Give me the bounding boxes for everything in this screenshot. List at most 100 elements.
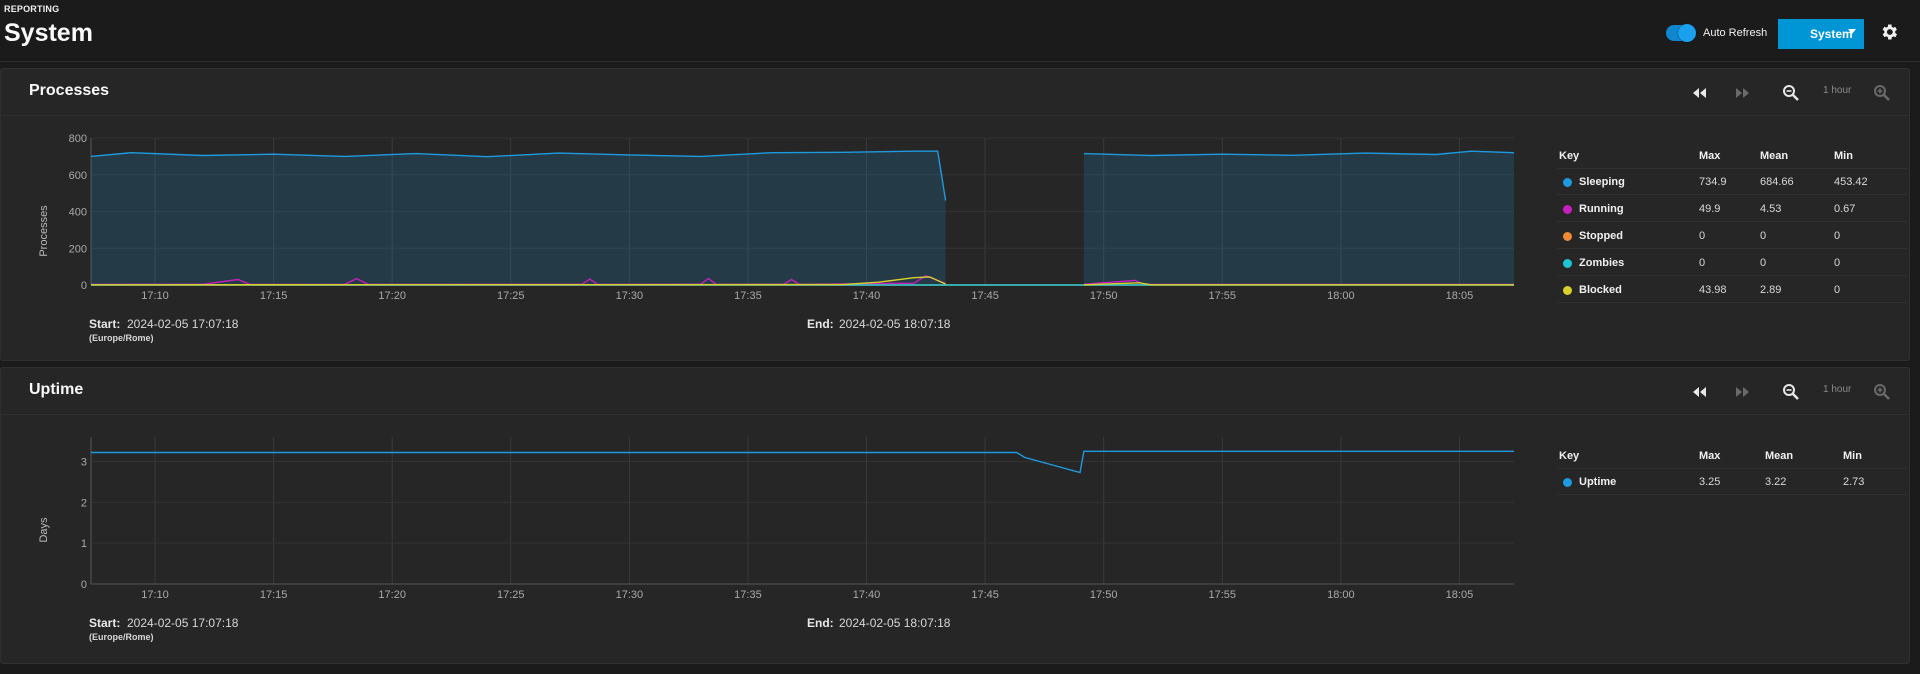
legend-row-sleeping[interactable]: Sleeping 734.9 684.66 453.42 <box>1557 168 1907 195</box>
legend-name: Zombies <box>1579 257 1625 269</box>
x-tick-label: 17:45 <box>971 290 999 302</box>
zoom-in-icon[interactable] <box>1872 382 1892 402</box>
legend-header: Key Max Mean Min <box>1557 444 1907 469</box>
rewind-icon[interactable] <box>1690 382 1710 402</box>
legend-name: Sleeping <box>1579 176 1625 188</box>
x-tick-label: 17:20 <box>378 290 406 302</box>
legend-min: 2.73 <box>1843 476 1865 488</box>
gear-icon[interactable] <box>1879 22 1899 42</box>
legend-min: 0 <box>1834 284 1841 296</box>
legend-max: 3.25 <box>1699 476 1721 488</box>
series-area-sleeping <box>1083 151 1514 285</box>
x-tick-label: 17:40 <box>853 589 881 601</box>
processes-card: Processes 1 hour 17:10 17:15 17:20 17:25 17:… <box>0 68 1910 361</box>
x-tick-label: 17:10 <box>141 290 169 302</box>
fast-forward-icon[interactable] <box>1732 83 1752 103</box>
end-label: End: <box>807 616 834 630</box>
legend-min: 0 <box>1834 230 1841 242</box>
legend-header-key: Key <box>1559 450 1580 462</box>
auto-refresh-label: Auto Refresh <box>1703 27 1768 39</box>
x-tick-label: 17:50 <box>1090 589 1118 601</box>
y-tick-label: 200 <box>69 243 87 255</box>
x-tick-label: 17:35 <box>734 290 762 302</box>
rewind-icon[interactable] <box>1690 83 1710 103</box>
legend-mean: 4.53 <box>1760 203 1782 215</box>
legend-header-mean: Mean <box>1760 150 1789 162</box>
legend-header-min: Min <box>1834 150 1853 162</box>
processes-chart: 17:10 17:15 17:20 17:25 17:30 17:35 17:40 17:45… <box>38 133 1515 302</box>
breadcrumb: REPORTING <box>4 4 60 14</box>
legend-min: 453.42 <box>1834 176 1868 188</box>
timezone-label: (Europe/Rome) <box>89 333 154 343</box>
y-tick-label: 0 <box>81 280 87 292</box>
y-tick-label: 3 <box>81 457 87 469</box>
legend-mean: 0 <box>1760 257 1767 269</box>
zombies-swatch <box>1563 259 1572 268</box>
x-tick-label: 17:15 <box>260 290 288 302</box>
legend-row-zombies[interactable]: Zombies 0 0 0 <box>1557 249 1907 276</box>
x-tick-label: 17:45 <box>971 589 999 601</box>
start-value: 2024-02-05 17:07:18 <box>127 616 239 630</box>
y-axis-label: Processes <box>38 205 50 257</box>
end-value: 2024-02-05 18:07:18 <box>839 317 951 331</box>
header-divider <box>0 61 1920 62</box>
y-axis-label: Days <box>38 517 50 543</box>
x-tick-label: 17:25 <box>497 589 525 601</box>
uptime-swatch <box>1563 478 1572 487</box>
legend-name: Stopped <box>1579 230 1623 242</box>
x-tick-label: 18:00 <box>1327 589 1355 601</box>
end-label: End: <box>807 317 834 331</box>
legend-row-blocked[interactable]: Blocked 43.98 2.89 0 <box>1557 276 1907 303</box>
legend-max: 734.9 <box>1699 176 1727 188</box>
x-tick-label: 17:40 <box>853 290 881 302</box>
y-tick-label: 800 <box>69 133 87 145</box>
page-title: System <box>4 19 93 47</box>
legend-name: Uptime <box>1579 476 1617 488</box>
x-tick-label: 17:35 <box>734 589 762 601</box>
legend-row-uptime[interactable]: Uptime 3.25 3.22 2.73 <box>1557 468 1907 495</box>
zoom-out-icon[interactable] <box>1781 382 1801 402</box>
running-swatch <box>1563 205 1572 214</box>
x-tick-label: 17:55 <box>1209 589 1237 601</box>
start-label: Start: <box>89 616 121 630</box>
y-tick-label: 2 <box>81 497 87 509</box>
start-value: 2024-02-05 17:07:18 <box>127 317 239 331</box>
series-area-sleeping <box>91 151 946 285</box>
system-button-label: System <box>1810 27 1853 41</box>
auto-refresh-toggle[interactable] <box>1666 24 1696 42</box>
fast-forward-icon[interactable] <box>1732 382 1752 402</box>
y-tick-label: 1 <box>81 538 87 550</box>
zoom-in-icon[interactable] <box>1872 83 1892 103</box>
x-tick-label: 17:25 <box>497 290 525 302</box>
legend-header-max: Max <box>1699 450 1721 462</box>
legend-mean: 3.22 <box>1765 476 1787 488</box>
x-tick-label: 17:15 <box>260 589 288 601</box>
legend-header-max: Max <box>1699 150 1721 162</box>
chevron-down-icon <box>1848 29 1856 34</box>
page-header: REPORTING System Auto Refresh System <box>0 0 1920 62</box>
blocked-swatch <box>1563 286 1572 295</box>
legend-mean: 684.66 <box>1760 176 1794 188</box>
legend-max: 49.9 <box>1699 203 1721 215</box>
y-tick-label: 400 <box>69 207 87 219</box>
x-tick-label: 17:20 <box>378 589 406 601</box>
legend-name: Running <box>1579 203 1624 215</box>
legend-min: 0 <box>1834 257 1841 269</box>
y-tick-label: 600 <box>69 170 87 182</box>
range-label: 1 hour <box>1823 384 1852 395</box>
stopped-swatch <box>1563 232 1572 241</box>
legend-max: 43.98 <box>1699 284 1727 296</box>
legend-header-min: Min <box>1843 450 1862 462</box>
system-select-button[interactable]: System <box>1778 19 1864 49</box>
legend-row-stopped[interactable]: Stopped 0 0 0 <box>1557 222 1907 249</box>
uptime-card: Uptime 1 hour 17:10 17:15 17:20 17:25 17:30 1… <box>0 367 1910 664</box>
uptime-chart: 17:10 17:15 17:20 17:25 17:30 17:35 17:40 17:45… <box>38 437 1514 601</box>
legend-header-mean: Mean <box>1765 450 1794 462</box>
zoom-out-icon[interactable] <box>1781 83 1801 103</box>
x-tick-label: 17:55 <box>1209 290 1237 302</box>
x-tick-label: 18:00 <box>1327 290 1355 302</box>
legend-row-running[interactable]: Running 49.9 4.53 0.67 <box>1557 195 1907 222</box>
legend-header: Key Max Mean Min <box>1557 144 1907 169</box>
x-tick-label: 17:30 <box>616 589 644 601</box>
x-tick-label: 18:05 <box>1446 589 1474 601</box>
